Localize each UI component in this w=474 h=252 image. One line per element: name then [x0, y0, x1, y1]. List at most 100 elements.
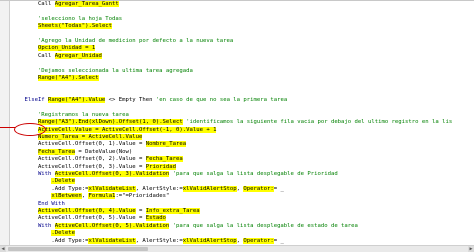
highlighted-code: Formula1	[88, 193, 116, 200]
highlighted-code: Range("A4").Value	[48, 97, 106, 104]
code-text: ElseIf	[11, 97, 49, 104]
code-text: ActiveCell.Offset(0, 5).Value =	[11, 215, 146, 222]
highlighted-code: .Delete	[51, 178, 75, 185]
code-line[interactable]: Call Agregar_Tarea_Gantt	[11, 1, 474, 8]
code-text: .Add Type:=	[11, 185, 89, 192]
code-line[interactable]: ActiveCell.Offset(0, 4).Value = Info_ext…	[11, 207, 474, 215]
code-line[interactable]	[11, 82, 474, 89]
code-line[interactable]	[11, 31, 474, 38]
highlighted-code: Range("A3").End(xlDown).Offset(1, 0).Sel…	[37, 119, 183, 126]
highlighted-code: Sheets("Todas").Select	[37, 23, 113, 30]
highlighted-code: ActiveCell.Offset(0, 4).Value	[37, 207, 136, 214]
highlighted-code: xlValidAlertStop	[182, 237, 237, 244]
code-text: With	[11, 222, 55, 229]
code-line[interactable]: 'Agrego la Unidad de medicion por defect…	[11, 38, 474, 45]
code-line[interactable]: Sheets("Todas").Select	[11, 23, 474, 30]
code-line[interactable]: .Add Type:=xlValidateList, AlertStyle:=x…	[11, 185, 474, 193]
code-line[interactable]: ActiveCell.Offset(0, 3).Value = Priorida…	[11, 163, 474, 171]
code-area[interactable]: Call Agregar_Tarea_Gantt 'selecciono la …	[11, 1, 474, 252]
highlighted-code: Agregar_Unidad	[54, 52, 102, 59]
code-text: Call	[11, 1, 55, 7]
code-line[interactable]: ElseIf Range("A4").Value <> Empty Then '…	[11, 97, 474, 104]
highlighted-code: Agregar_Tarea_Gantt	[54, 1, 119, 7]
code-line[interactable]: ActiveCell.Offset(0, 1).Value = Nombre_T…	[11, 141, 474, 148]
code-line[interactable]: ActiveCell.Offset(0, 5).Value = Estado	[11, 215, 474, 222]
highlighted-code: xlValidAlertStop	[182, 185, 237, 192]
code-text: = _	[273, 237, 284, 244]
code-text: = DateValue(Now)	[75, 148, 133, 155]
code-line[interactable]	[11, 8, 474, 15]
code-line[interactable]: Opcion_Unidad = 1	[11, 45, 474, 52]
code-text: ActiveCell.Offset(0, 1).Value =	[11, 141, 146, 148]
highlighted-code: ActiveCell.Offset(0, 5).Validation	[54, 222, 170, 229]
highlighted-code: Nombre_Tarea	[145, 141, 187, 148]
code-line[interactable]: Range("A4").Select	[11, 74, 474, 82]
highlighted-code: Prioridad	[145, 163, 177, 170]
code-line[interactable]: 'Dejamos seleccionada la ultima tarea ag…	[11, 68, 474, 75]
scroll-left-icon[interactable]: ◀	[0, 246, 6, 252]
highlighted-code: Opcion_Unidad = 1	[37, 45, 96, 52]
highlighted-code: Operator:	[243, 185, 274, 192]
code-comment: 'Dejamos seleccionada la ultima tarea ag…	[11, 67, 193, 74]
code-comment: 'Agrego la Unidad de medicion por defect…	[11, 37, 234, 44]
code-comment: 'selecciono la hoja Todas	[11, 15, 123, 22]
code-comment: 'Registramos la nueva tarea	[11, 111, 129, 118]
code-comment: 'para que salga la lista desplegable de …	[169, 222, 358, 229]
code-text: <> Empty Then	[105, 97, 156, 104]
code-text: With	[11, 170, 55, 177]
code-text: :="=Prioridades"	[115, 193, 170, 200]
code-text: End With	[11, 200, 65, 207]
highlighted-code: Fecha_Tarea	[37, 148, 75, 155]
code-line[interactable]: xlBetween, Formula1:="=Prioridades"	[11, 193, 474, 200]
code-line[interactable]: .Delete	[11, 178, 474, 185]
code-line[interactable]: Call Agregar_Unidad	[11, 52, 474, 60]
highlighted-code: ActiveCell.Value = ActiveCell.Offset(-1,…	[37, 126, 217, 133]
highlighted-code: Range("A4").Select	[37, 74, 99, 81]
code-text: , AlertStyle:=	[135, 185, 183, 192]
code-line[interactable]	[11, 104, 474, 111]
scroll-right-icon[interactable]: ▶	[468, 246, 474, 252]
code-comment: 'identificamos la siguiente fila vacia p…	[182, 119, 453, 126]
highlighted-code: Estado	[145, 215, 166, 222]
code-text: , AlertStyle:=	[135, 237, 183, 244]
code-line[interactable]: .Add Type:=xlValidateList, AlertStyle:=x…	[11, 237, 474, 245]
code-line[interactable]: Range("A3").End(xlDown).Offset(1, 0).Sel…	[11, 119, 474, 126]
code-line[interactable]	[11, 90, 474, 97]
code-line[interactable]: ActiveCell.Value = ActiveCell.Offset(-1,…	[11, 126, 474, 134]
code-line[interactable]	[11, 60, 474, 67]
highlighted-code: xlValidateList	[88, 185, 136, 192]
code-line[interactable]: 'Registramos la nueva tarea	[11, 112, 474, 119]
code-line[interactable]: With ActiveCell.Offset(0, 3).Validation …	[11, 170, 474, 178]
scrollbar-thumb[interactable]	[8, 247, 148, 251]
code-line[interactable]: .Delete	[11, 230, 474, 237]
highlighted-code: xlValidateList	[88, 237, 136, 244]
annotation-arrow	[0, 127, 15, 129]
code-line[interactable]: 'selecciono la hoja Todas	[11, 16, 474, 23]
highlighted-code: Operator:	[243, 237, 274, 244]
code-line[interactable]: Numero_Tarea = ActiveCell.Value	[11, 134, 474, 141]
code-line[interactable]: End With	[11, 201, 474, 208]
code-line[interactable]: Fecha_Tarea = DateValue(Now)	[11, 148, 474, 156]
code-text: ActiveCell.Offset(0, 2).Value =	[11, 156, 146, 163]
highlighted-code: Fecha_Tarea	[145, 156, 183, 163]
code-editor[interactable]: Call Agregar_Tarea_Gantt 'selecciono la …	[0, 0, 474, 252]
highlighted-code: .Delete	[51, 230, 75, 237]
code-comment: 'en caso de que no sea la primera tarea	[155, 97, 288, 104]
highlighted-code: xlBetween	[51, 193, 82, 200]
code-line[interactable]: ActiveCell.Offset(0, 2).Value = Fecha_Ta…	[11, 156, 474, 163]
code-text: ActiveCell.Offset(0, 3).Value =	[11, 163, 146, 170]
code-text: Call	[11, 52, 55, 59]
code-line[interactable]: With ActiveCell.Offset(0, 5).Validation …	[11, 222, 474, 230]
highlighted-code: Info_extra_Tarea	[145, 207, 200, 214]
